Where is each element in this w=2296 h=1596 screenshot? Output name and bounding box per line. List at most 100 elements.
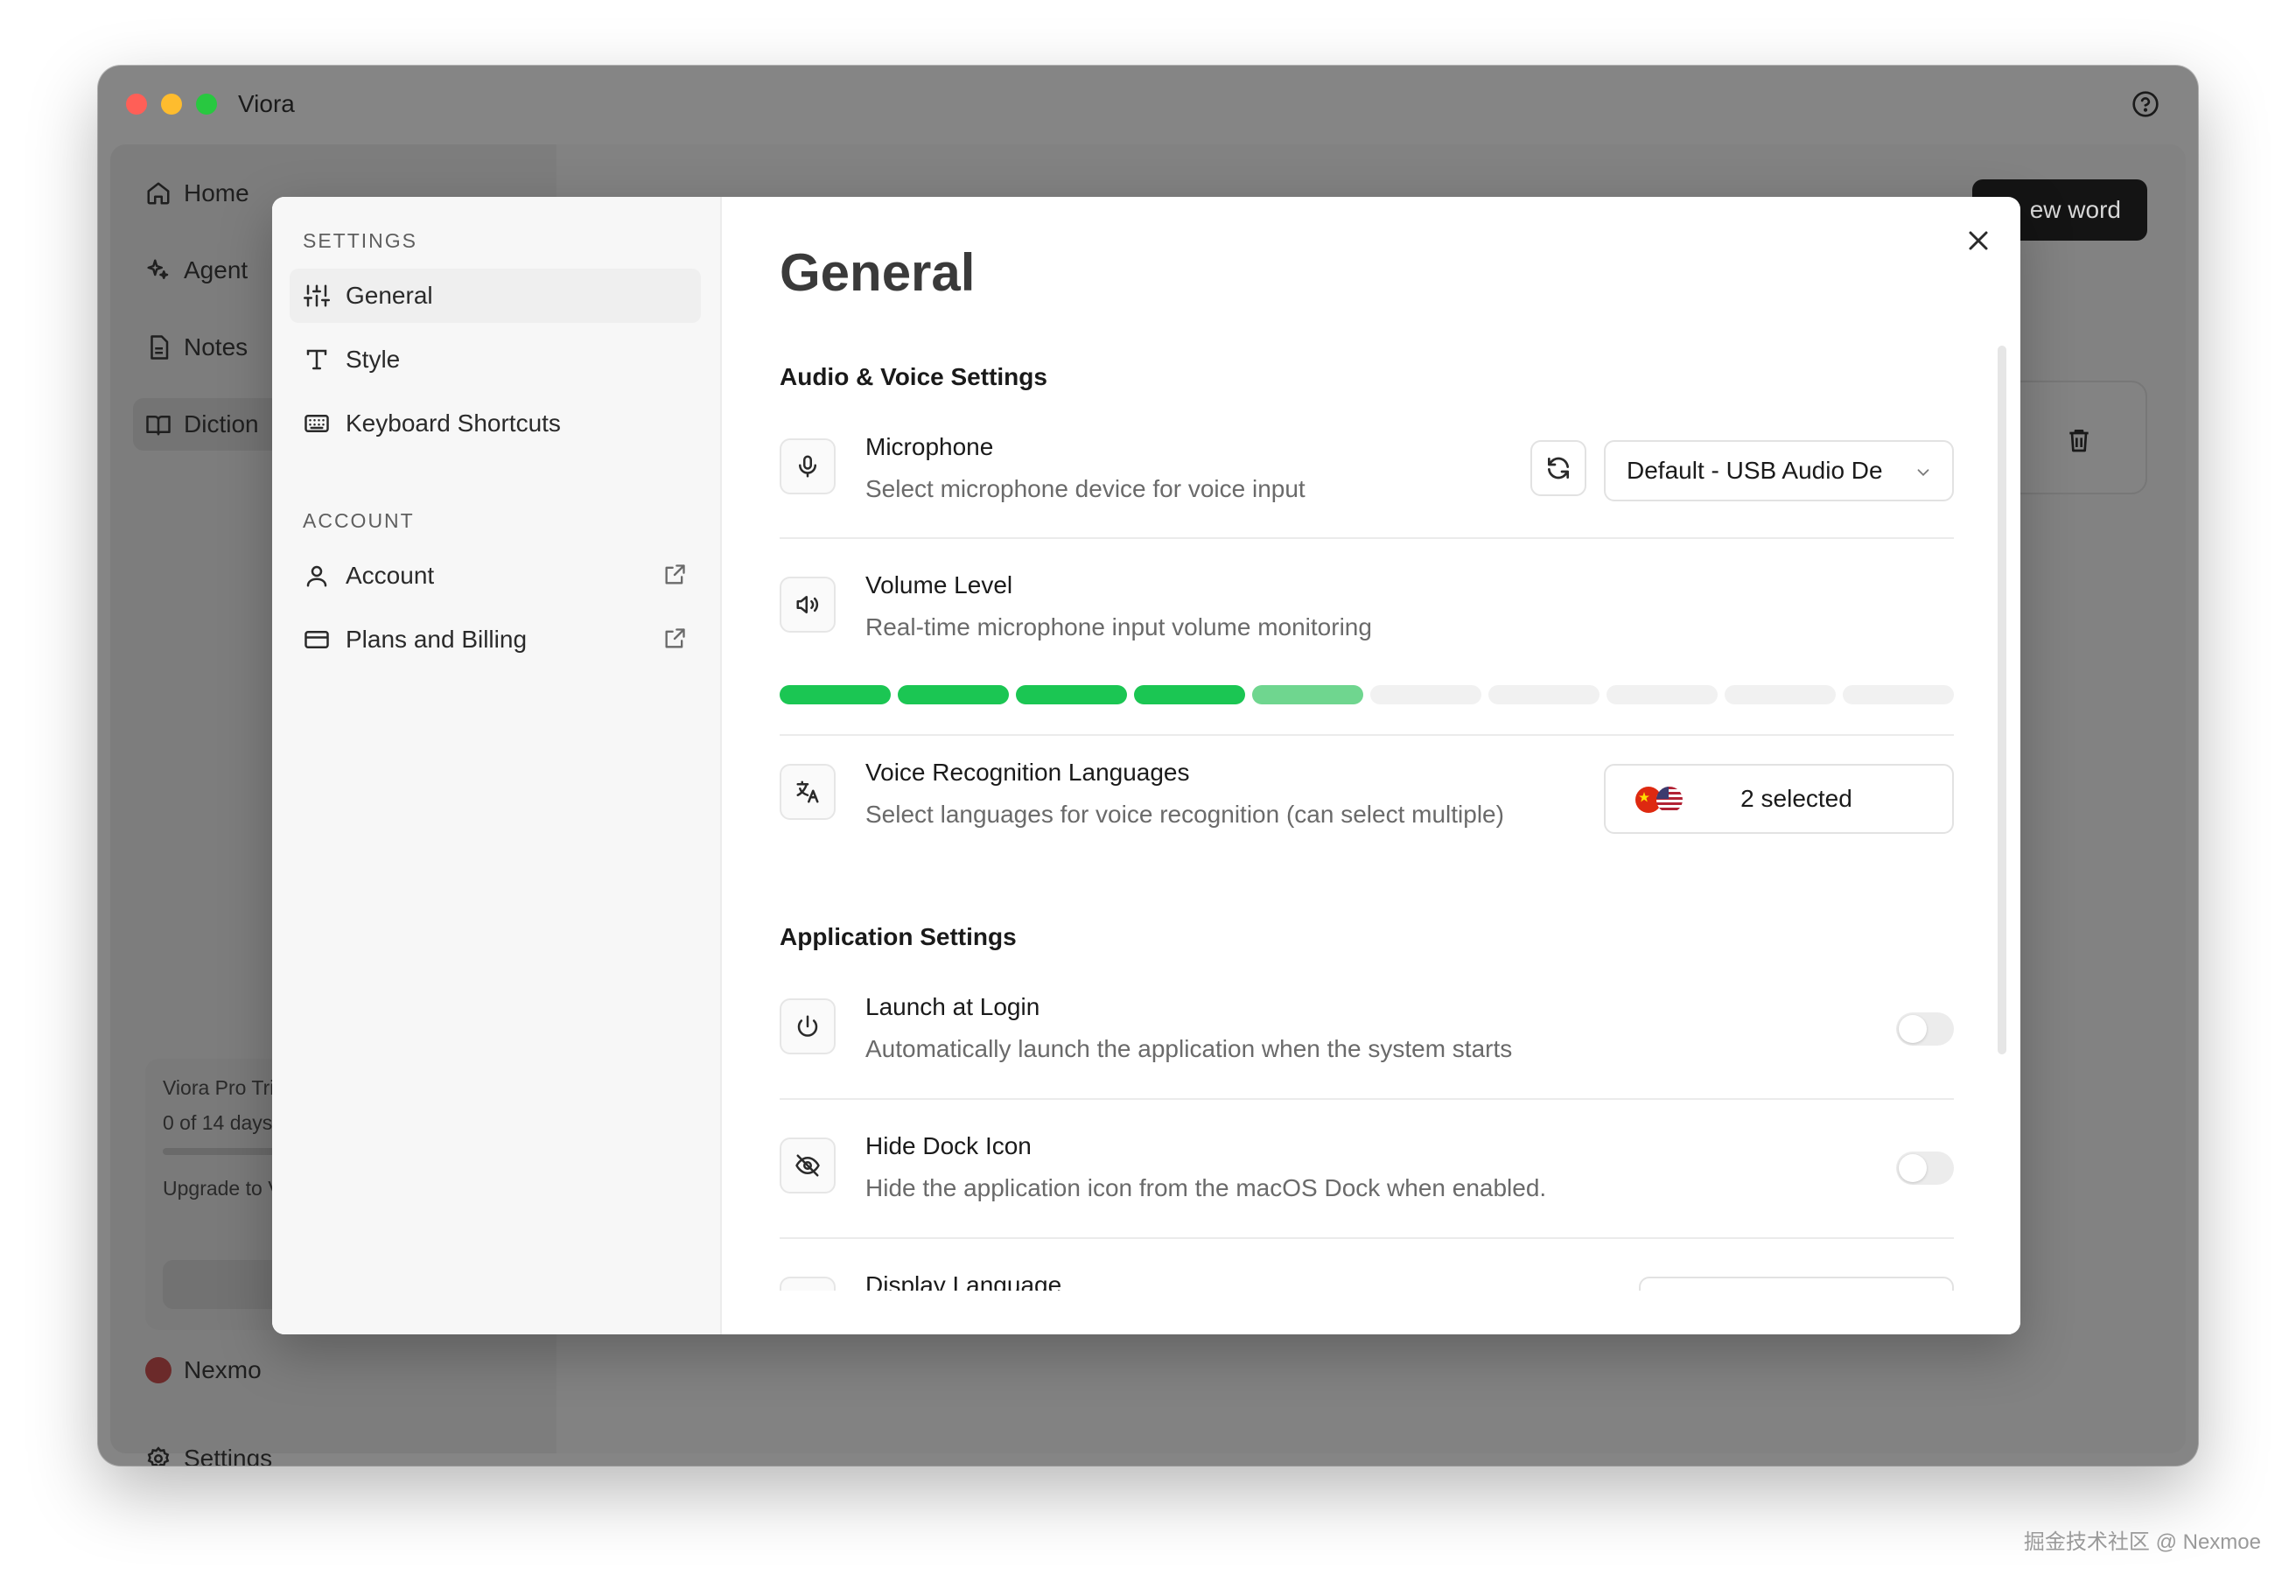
page-title: General bbox=[780, 243, 976, 302]
sidebar-item-general[interactable]: General bbox=[290, 269, 701, 323]
microphone-row: Microphone Select microphone device for … bbox=[780, 433, 1954, 539]
volume-title: Volume Level bbox=[865, 571, 1013, 598]
close-icon[interactable] bbox=[1963, 225, 1994, 256]
microphone-description: Select microphone device for voice input bbox=[865, 475, 1306, 502]
microphone-select[interactable]: Default - USB Audio De bbox=[1604, 440, 1954, 501]
languages-icon-box bbox=[780, 764, 836, 820]
microphone-icon bbox=[799, 455, 816, 478]
microphone-icon-box bbox=[780, 438, 836, 494]
sidebar-item-style[interactable]: Style bbox=[290, 332, 701, 387]
volume-icon-box bbox=[780, 577, 836, 633]
bg-nav-label: Notes bbox=[184, 333, 248, 360]
section-title-audio: Audio & Voice Settings bbox=[780, 363, 1047, 390]
external-link-icon bbox=[665, 564, 685, 584]
volume-segment bbox=[780, 685, 891, 704]
bg-nav-label: Diction bbox=[184, 410, 259, 438]
volume-segment bbox=[1134, 685, 1245, 704]
type-icon bbox=[306, 349, 327, 370]
volume-segment bbox=[1016, 685, 1127, 704]
refresh-microphones-button[interactable] bbox=[1530, 440, 1586, 496]
launch-at-login-toggle[interactable] bbox=[1896, 1012, 1954, 1046]
external-link-icon bbox=[665, 628, 685, 648]
volume-segment bbox=[1488, 685, 1600, 704]
languages-description: Select languages for voice recognition (… bbox=[865, 801, 1504, 828]
volume-segment bbox=[898, 685, 1009, 704]
sidebar-item-label: General bbox=[346, 282, 433, 309]
sidebar-item-account[interactable]: Account bbox=[290, 549, 701, 603]
launch-at-login-title: Launch at Login bbox=[865, 993, 1040, 1020]
content-clip bbox=[724, 1291, 2020, 1334]
close-window-button[interactable] bbox=[126, 94, 147, 115]
bg-nav-settings[interactable]: Settings bbox=[145, 1432, 272, 1466]
home-icon bbox=[147, 182, 170, 205]
language-flags bbox=[1635, 787, 1688, 813]
sidebar-item-keyboard-shortcuts[interactable]: Keyboard Shortcuts bbox=[290, 396, 701, 451]
title-bar: Viora bbox=[98, 66, 2198, 144]
bg-nav-agent[interactable]: Agent bbox=[145, 244, 248, 297]
sidebar-item-label: Plans and Billing bbox=[346, 626, 528, 653]
bg-nav-label: Settings bbox=[184, 1445, 273, 1466]
credit-card-icon bbox=[304, 631, 329, 648]
settings-sidebar: SETTINGS General Style Keyboard Shortcut… bbox=[272, 197, 722, 1334]
bg-nav-home[interactable]: Home bbox=[145, 167, 249, 220]
power-icon-box bbox=[780, 998, 836, 1054]
user-profile[interactable]: Nexmo bbox=[145, 1356, 262, 1384]
us-flag-icon bbox=[1656, 787, 1683, 813]
account-heading: ACCOUNT bbox=[303, 509, 415, 532]
volume-segment bbox=[1370, 685, 1481, 704]
book-icon bbox=[146, 416, 171, 436]
microphone-selected-value: Default - USB Audio De bbox=[1627, 457, 1883, 484]
translate-icon bbox=[796, 780, 819, 803]
power-icon bbox=[797, 1015, 818, 1037]
volume-description: Real-time microphone input volume monito… bbox=[865, 613, 1372, 640]
bg-nav-notes[interactable]: Notes bbox=[145, 321, 248, 374]
help-icon[interactable] bbox=[2132, 90, 2160, 118]
sidebar-item-label: Keyboard Shortcuts bbox=[346, 410, 561, 437]
watermark: 掘金技术社区 @ Nexmoe bbox=[2023, 1530, 2261, 1554]
volume-segment bbox=[1725, 685, 1836, 704]
keyboard-icon bbox=[304, 415, 329, 432]
toggle-knob bbox=[1899, 1015, 1927, 1043]
minimize-window-button[interactable] bbox=[161, 94, 182, 115]
zoom-window-button[interactable] bbox=[196, 94, 217, 115]
trash-icon[interactable] bbox=[2065, 426, 2093, 454]
hide-dock-icon-title: Hide Dock Icon bbox=[865, 1132, 1032, 1159]
languages-select[interactable]: 2 selected bbox=[1604, 764, 1954, 834]
user-name: Nexmo bbox=[184, 1356, 262, 1383]
section-title-application: Application Settings bbox=[780, 923, 1017, 950]
settings-modal: SETTINGS General Style Keyboard Shortcut… bbox=[272, 197, 2020, 1334]
hide-dock-icon-row: Hide Dock Icon Hide the application icon… bbox=[780, 1132, 1954, 1239]
chevron-down-icon bbox=[1917, 469, 1929, 477]
trial-title: Viora Pro Tri bbox=[163, 1076, 275, 1099]
toggle-knob bbox=[1899, 1154, 1927, 1182]
microphone-title: Microphone bbox=[865, 433, 994, 460]
bg-nav-label: Home bbox=[184, 179, 249, 206]
volume-row: Volume Level Real-time microphone input … bbox=[780, 571, 1954, 736]
languages-row: Voice Recognition Languages Select langu… bbox=[780, 759, 1954, 846]
eye-off-icon-box bbox=[780, 1138, 836, 1194]
volume-segment bbox=[1252, 685, 1363, 704]
scrollbar[interactable] bbox=[1998, 346, 2006, 1054]
speaker-icon bbox=[796, 596, 819, 613]
bg-nav-label: Agent bbox=[184, 256, 248, 284]
gear-icon bbox=[147, 1446, 170, 1466]
avatar bbox=[145, 1357, 172, 1383]
volume-segment bbox=[1843, 685, 1954, 704]
launch-at-login-row: Launch at Login Automatically launch the… bbox=[780, 993, 1954, 1100]
sidebar-item-plans-and-billing[interactable]: Plans and Billing bbox=[290, 612, 701, 667]
volume-segment bbox=[1606, 685, 1718, 704]
settings-content: General Audio & Voice Settings Microphon… bbox=[724, 197, 2020, 1334]
sliders-icon bbox=[304, 284, 330, 307]
hide-dock-icon-description: Hide the application icon from the macOS… bbox=[865, 1174, 1547, 1201]
languages-title: Voice Recognition Languages bbox=[865, 759, 1190, 786]
hide-dock-icon-toggle[interactable] bbox=[1896, 1152, 1954, 1185]
volume-meter bbox=[780, 685, 1954, 704]
settings-heading: SETTINGS bbox=[303, 229, 418, 252]
languages-selected-value: 2 selected bbox=[1740, 785, 1852, 812]
launch-at-login-description: Automatically launch the application whe… bbox=[865, 1035, 1513, 1062]
window-title: Viora bbox=[238, 90, 295, 117]
refresh-icon bbox=[1548, 457, 1569, 480]
user-icon bbox=[306, 565, 327, 587]
eye-off-icon bbox=[795, 1154, 820, 1177]
trial-days: 0 of 14 days bbox=[163, 1111, 273, 1134]
